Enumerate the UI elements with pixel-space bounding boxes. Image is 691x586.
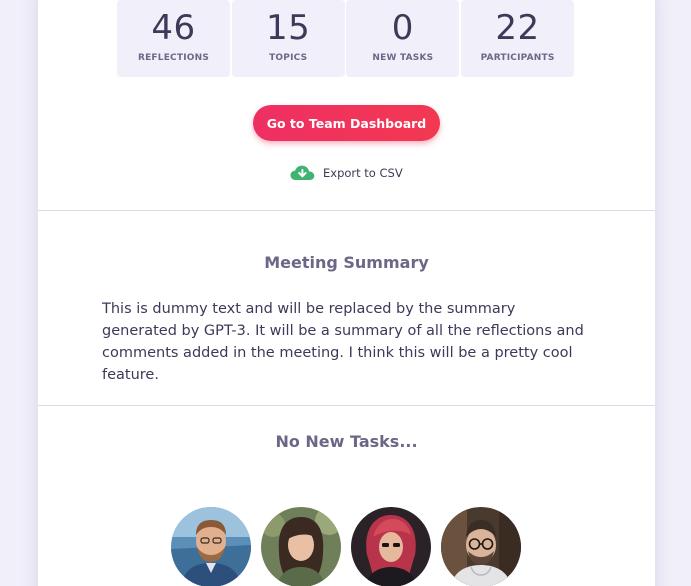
- stat-value: 15: [266, 8, 311, 48]
- stat-value: 22: [495, 8, 540, 48]
- stat-label: TOPICS: [269, 53, 308, 63]
- avatar[interactable]: [171, 507, 251, 586]
- export-to-csv-link[interactable]: Export to CSV: [290, 165, 403, 181]
- stat-label: REFLECTIONS: [137, 53, 210, 63]
- divider: [38, 210, 655, 211]
- divider: [38, 405, 655, 406]
- stat-label: NEW TASKS: [372, 53, 434, 63]
- avatar[interactable]: [261, 507, 341, 586]
- cloud-download-icon: [290, 165, 315, 181]
- stat-value: 46: [151, 8, 196, 48]
- stat-participants: 22 PARTICIPANTS: [461, 0, 575, 77]
- no-new-tasks-title: No New Tasks...: [275, 432, 418, 451]
- summary-title: Meeting Summary: [264, 253, 429, 272]
- stat-topics: 15 TOPICS: [231, 0, 345, 77]
- meeting-summary-card: 46 REFLECTIONS 15 TOPICS 0 NEW TASKS 22 …: [38, 0, 655, 586]
- avatar[interactable]: [441, 507, 521, 586]
- stat-reflections: 46 REFLECTIONS: [117, 0, 230, 77]
- stat-label: PARTICIPANTS: [480, 53, 555, 63]
- export-label: Export to CSV: [323, 166, 403, 180]
- stat-value: 0: [391, 8, 414, 48]
- stat-new-tasks: 0 NEW TASKS: [346, 0, 460, 77]
- participant-avatars: [171, 507, 531, 586]
- stats-row: 46 REFLECTIONS 15 TOPICS 0 NEW TASKS 22 …: [117, 0, 575, 77]
- avatar[interactable]: [351, 507, 431, 586]
- page: 46 REFLECTIONS 15 TOPICS 0 NEW TASKS 22 …: [0, 0, 691, 586]
- summary-body: This is dummy text and will be replaced …: [102, 301, 584, 383]
- go-to-team-dashboard-button[interactable]: Go to Team Dashboard: [253, 105, 440, 141]
